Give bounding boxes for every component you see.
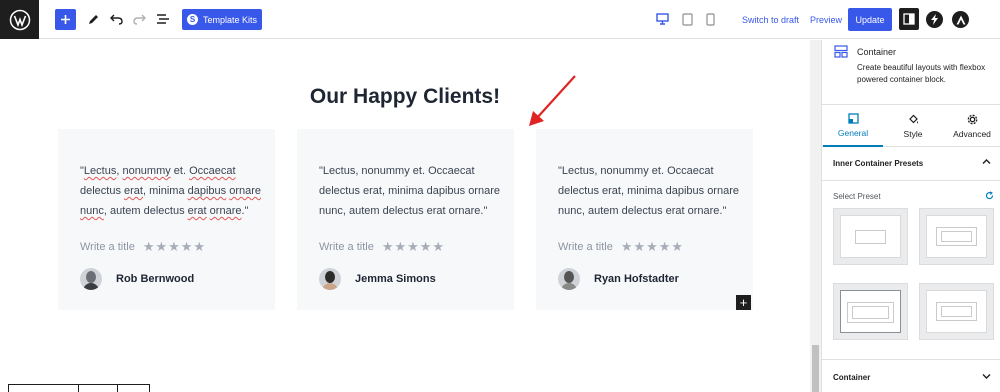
paint-bucket-icon: [908, 114, 918, 123]
general-tab-icon: [847, 112, 859, 124]
rating-title[interactable]: Write a title: [319, 241, 374, 253]
avatar[interactable]: [558, 268, 580, 290]
chevron-up-icon[interactable]: [982, 158, 991, 165]
avatar[interactable]: [319, 268, 341, 290]
sidebar-tabs: General Style Advanced: [822, 104, 1000, 147]
block-description: Create beautiful layouts with flexbox po…: [857, 63, 986, 84]
editor-top-toolbar: S Template Kits Switch to draft Preview …: [0, 0, 1000, 39]
rating-title[interactable]: Write a title: [80, 241, 135, 253]
testimonial-quote[interactable]: "Lectus, nonummy et. Occaecat delectus e…: [319, 161, 501, 221]
block-name: Container: [857, 47, 897, 57]
container-block-icon: [834, 45, 848, 58]
add-block-button[interactable]: [55, 9, 76, 30]
reset-icon[interactable]: [985, 191, 994, 200]
wordpress-logo-icon[interactable]: [0, 0, 39, 39]
avatar[interactable]: [80, 268, 102, 290]
select-preset-label: Select Preset: [833, 192, 881, 201]
rating-row: Write a title ★★★★★: [80, 239, 206, 255]
inner-container-presets-title[interactable]: Inner Container Presets: [833, 159, 923, 168]
switch-to-draft-link[interactable]: Switch to draft: [742, 15, 799, 25]
section-heading[interactable]: Our Happy Clients!: [0, 85, 810, 109]
author-name[interactable]: Ryan Hofstadter: [594, 273, 679, 285]
update-button[interactable]: Update: [848, 8, 892, 31]
tablet-icon[interactable]: [680, 12, 694, 26]
canvas-scrollbar[interactable]: [810, 40, 821, 392]
template-kits-icon: S: [186, 14, 198, 25]
tab-general[interactable]: General: [823, 105, 883, 147]
author-row: Jemma Simons: [319, 268, 436, 290]
edit-pencil-icon[interactable]: [86, 11, 100, 27]
testimonial-quote[interactable]: "Lectus, nonummy et. Occaecat delectus e…: [80, 161, 262, 221]
astra-icon[interactable]: [952, 11, 969, 28]
star-rating-icon[interactable]: ★★★★★: [382, 239, 445, 255]
mobile-icon[interactable]: [704, 12, 716, 26]
testimonial-card[interactable]: "Lectus, nonummy et. Occaecat delectus e…: [297, 129, 514, 310]
author-name[interactable]: Jemma Simons: [355, 273, 436, 285]
annotation-arrow-icon: [529, 75, 576, 126]
chevron-down-icon[interactable]: [982, 373, 991, 380]
testimonial-card[interactable]: "Lectus, nonummy et. Occaecat delectus e…: [58, 129, 275, 310]
block-settings-sidebar: Container Create beautiful layouts with …: [821, 40, 1000, 392]
testimonial-card[interactable]: "Lectus, nonummy et. Occaecat delectus e…: [536, 129, 753, 310]
gear-icon: [967, 114, 977, 124]
preview-link[interactable]: Preview: [810, 15, 842, 25]
undo-icon[interactable]: [109, 11, 123, 27]
desktop-icon[interactable]: [655, 12, 669, 26]
redo-icon[interactable]: [132, 11, 146, 27]
rating-row: Write a title ★★★★★: [319, 239, 445, 255]
tab-advanced[interactable]: Advanced: [942, 105, 1000, 147]
template-kits-button[interactable]: S Template Kits: [182, 9, 262, 30]
editor-canvas: Our Happy Clients! "Lectus, nonummy et. …: [0, 40, 810, 392]
author-name[interactable]: Rob Bernwood: [116, 273, 194, 285]
bolt-icon[interactable]: [926, 11, 943, 28]
preset-option-1[interactable]: [833, 208, 908, 265]
author-row: Ryan Hofstadter: [558, 268, 679, 290]
preset-option-2[interactable]: [919, 208, 994, 265]
preset-option-4[interactable]: [919, 283, 994, 340]
settings-icon[interactable]: [899, 8, 919, 30]
star-rating-icon[interactable]: ★★★★★: [143, 239, 206, 255]
list-view-icon[interactable]: [155, 11, 170, 27]
preset-option-3[interactable]: [833, 283, 908, 340]
add-block-inline-button[interactable]: +: [736, 295, 751, 310]
testimonial-quote[interactable]: "Lectus, nonummy et. Occaecat delectus e…: [558, 161, 740, 221]
block-toolbar-partial[interactable]: [8, 384, 150, 392]
template-kits-label: Template Kits: [202, 14, 258, 25]
star-rating-icon[interactable]: ★★★★★: [621, 239, 684, 255]
rating-title[interactable]: Write a title: [558, 241, 613, 253]
scrollbar-thumb[interactable]: [812, 345, 819, 392]
rating-row: Write a title ★★★★★: [558, 239, 684, 255]
author-row: Rob Bernwood: [80, 268, 194, 290]
tab-style[interactable]: Style: [883, 105, 943, 147]
container-section-title[interactable]: Container: [833, 373, 870, 382]
